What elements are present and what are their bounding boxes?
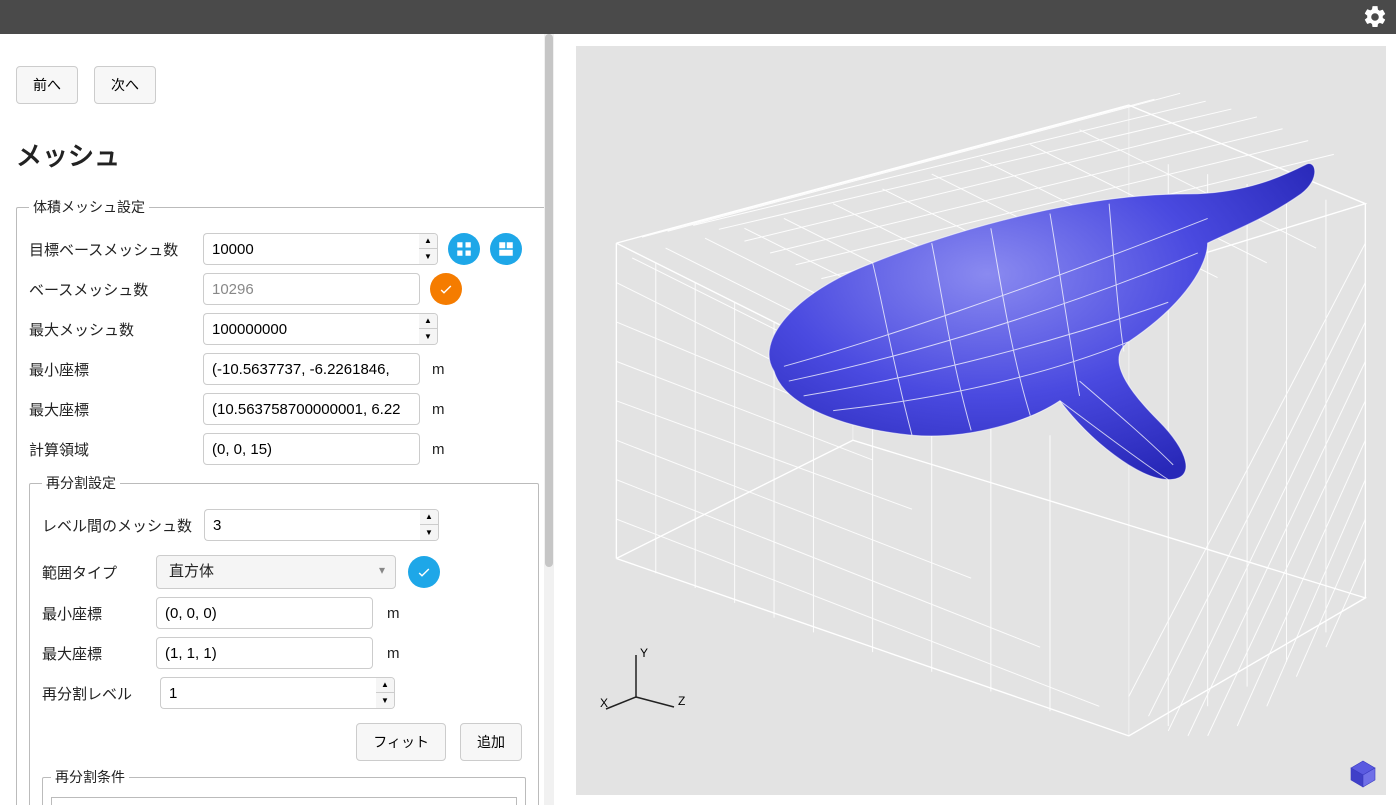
volume-mesh-legend: 体積メッシュ設定 — [29, 197, 149, 217]
levels-between-input[interactable] — [204, 509, 420, 541]
refine-condition-fieldset: 再分割条件 — [42, 767, 526, 805]
max-coord-label: 最大座標 — [29, 399, 197, 420]
levels-between-spinner[interactable]: ▲ ▼ — [420, 509, 439, 541]
panel-scrollbar[interactable] — [544, 34, 554, 805]
volume-mesh-fieldset: 体積メッシュ設定 目標ベースメッシュ数 ▲ ▼ — [16, 197, 552, 805]
calc-domain-input[interactable] — [203, 433, 420, 465]
spinner-up-icon[interactable]: ▲ — [420, 510, 438, 525]
target-base-mesh-input[interactable] — [203, 233, 419, 265]
target-base-mesh-label: 目標ベースメッシュ数 — [29, 239, 197, 260]
spinner-up-icon[interactable]: ▲ — [419, 314, 437, 329]
refine-max-coord-label: 最大座標 — [42, 643, 148, 664]
spinner-down-icon[interactable]: ▼ — [376, 693, 394, 708]
prev-button[interactable]: 前へ — [16, 66, 78, 104]
top-bar — [0, 0, 1396, 34]
refine-max-coord-input[interactable] — [156, 637, 373, 669]
unit-label: m — [432, 361, 450, 378]
axis-z-label: Z — [678, 694, 685, 708]
settings-panel: 前へ 次へ メッシュ 体積メッシュ設定 目標ベースメッシュ数 ▲ ▼ — [0, 34, 568, 805]
refine-level-label: 再分割レベル — [42, 683, 152, 704]
auto-calc-icon[interactable] — [448, 233, 480, 265]
refine-fieldset: 再分割設定 レベル間のメッシュ数 ▲ ▼ 範囲タイプ — [29, 473, 539, 805]
scrollbar-thumb[interactable] — [545, 34, 553, 567]
calc-domain-label: 計算領域 — [29, 439, 197, 460]
add-button[interactable]: 追加 — [460, 723, 522, 761]
spinner-down-icon[interactable]: ▼ — [419, 329, 437, 344]
min-coord-input[interactable] — [203, 353, 420, 385]
refine-level-spinner[interactable]: ▲ ▼ — [376, 677, 395, 709]
spinner-up-icon[interactable]: ▲ — [419, 234, 437, 249]
3d-viewport[interactable]: Y X Z — [576, 46, 1386, 795]
range-type-value: 直方体 — [169, 563, 214, 580]
max-mesh-spinner[interactable]: ▲ ▼ — [419, 313, 438, 345]
refine-condition-legend: 再分割条件 — [51, 767, 129, 787]
fit-button[interactable]: フィット — [356, 723, 446, 761]
settings-gear-icon[interactable] — [1362, 4, 1388, 30]
refine-level-input[interactable] — [160, 677, 376, 709]
spinner-down-icon[interactable]: ▼ — [420, 525, 438, 540]
refresh-mesh-icon[interactable] — [490, 233, 522, 265]
max-mesh-count-label: 最大メッシュ数 — [29, 319, 197, 340]
refine-condition-list[interactable] — [51, 797, 517, 805]
target-base-mesh-spinner[interactable]: ▲ ▼ — [419, 233, 438, 265]
axis-x-label: X — [600, 696, 608, 710]
min-coord-label: 最小座標 — [29, 359, 197, 380]
page-title: メッシュ — [16, 136, 552, 173]
range-type-select[interactable]: 直方体 — [156, 555, 396, 589]
unit-label: m — [432, 441, 450, 458]
base-mesh-count-label: ベースメッシュ数 — [29, 279, 197, 300]
range-type-label: 範囲タイプ — [42, 562, 148, 583]
max-coord-input[interactable] — [203, 393, 420, 425]
spinner-up-icon[interactable]: ▲ — [376, 678, 394, 693]
axis-gizmo: Y X Z — [598, 647, 688, 717]
model-geometry — [769, 163, 1315, 479]
base-mesh-count-input — [203, 273, 420, 305]
refine-min-coord-input[interactable] — [156, 597, 373, 629]
unit-label: m — [432, 401, 450, 418]
next-button[interactable]: 次へ — [94, 66, 156, 104]
axis-y-label: Y — [640, 647, 648, 660]
unit-label: m — [387, 605, 405, 622]
apply-mesh-icon[interactable] — [430, 273, 462, 305]
levels-between-label: レベル間のメッシュ数 — [42, 515, 196, 536]
max-mesh-count-input[interactable] — [203, 313, 419, 345]
refine-min-coord-label: 最小座標 — [42, 603, 148, 624]
view-cube-icon[interactable] — [1348, 759, 1378, 789]
unit-label: m — [387, 645, 405, 662]
range-apply-icon[interactable] — [408, 556, 440, 588]
spinner-down-icon[interactable]: ▼ — [419, 249, 437, 264]
refine-legend: 再分割設定 — [42, 473, 120, 493]
